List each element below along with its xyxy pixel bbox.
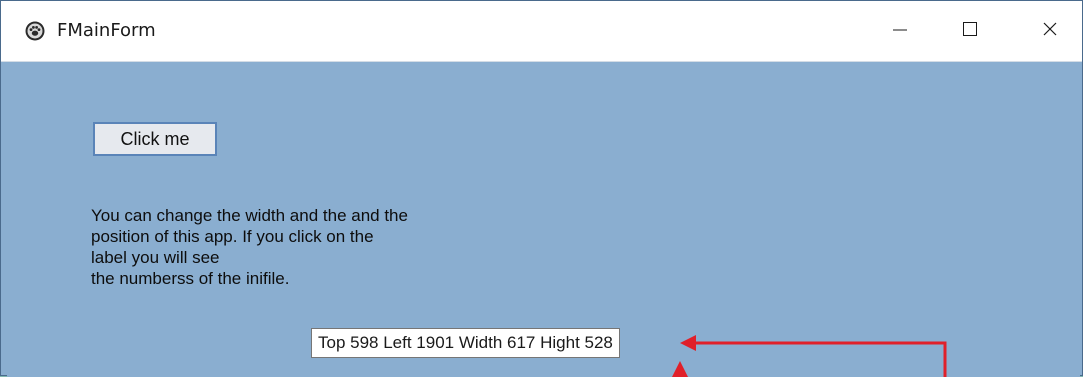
title-bar[interactable]: FMainForm [1,1,1082,62]
paw-icon[interactable] [25,21,45,41]
minimize-icon [892,21,908,41]
close-button[interactable] [1021,1,1079,61]
position-tooltip: Top 598 Left 1901 Width 617 Hight 528 [311,328,620,358]
form-client-area: Click me You can change the width and th… [7,62,1080,377]
maximize-icon [962,21,978,41]
minimize-button[interactable] [871,1,929,61]
main-window: FMainForm Click me You can change the wi… [0,0,1083,377]
close-icon [1042,21,1058,41]
click-me-button[interactable]: Click me [93,122,217,156]
window-title: FMainForm [57,20,156,41]
maximize-button[interactable] [941,1,999,61]
info-label[interactable]: You can change the width and the and the… [91,205,511,289]
